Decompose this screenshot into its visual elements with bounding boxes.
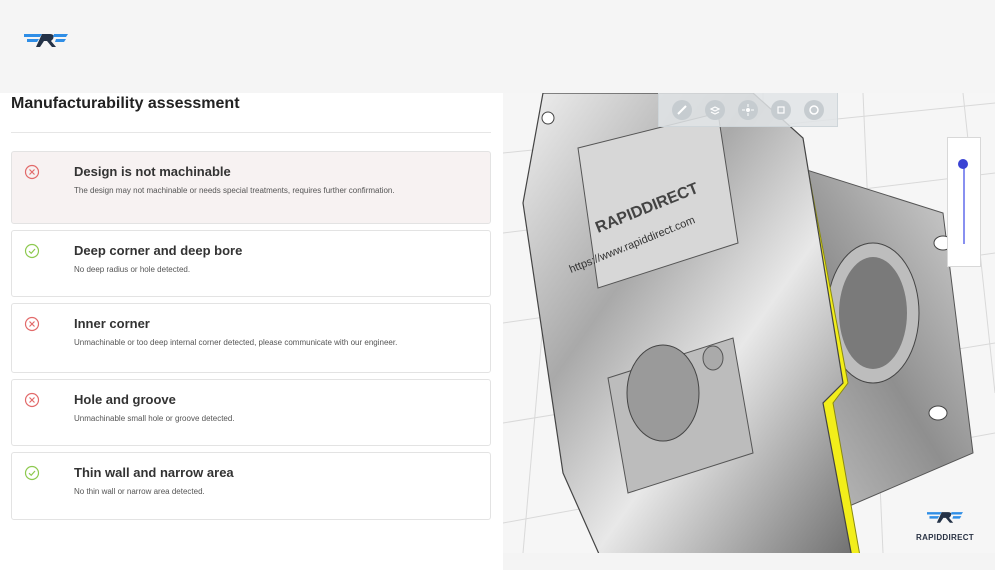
x-circle-icon — [24, 316, 40, 332]
item-title: Inner corner — [74, 316, 150, 331]
machined-part: RAPIDDIRECT https://www.rapiddirect.com — [522, 93, 974, 553]
item-title: Design is not machinable — [74, 164, 231, 179]
check-circle-icon — [24, 243, 40, 259]
item-description: The design may not machinable or needs s… — [74, 186, 395, 195]
assessment-item[interactable]: Inner corner Unmachinable or too deep in… — [11, 303, 491, 373]
title-divider — [11, 132, 491, 133]
rapiddirect-watermark-icon — [927, 512, 963, 523]
layers-icon[interactable] — [704, 99, 725, 120]
assessment-item[interactable]: Thin wall and narrow area No thin wall o… — [11, 452, 491, 520]
assessment-item[interactable]: Hole and groove Unmachinable small hole … — [11, 379, 491, 446]
slider-track — [963, 164, 965, 244]
assessment-title: Manufacturability assessment — [11, 95, 240, 112]
measure-icon[interactable] — [671, 99, 692, 120]
assessment-item[interactable]: Design is not machinable The design may … — [11, 151, 491, 224]
bottom-strip — [503, 553, 995, 570]
model-canvas[interactable]: RAPIDDIRECT https://www.rapiddirect.com — [503, 93, 995, 553]
item-title: Deep corner and deep bore — [74, 243, 243, 258]
reset-icon[interactable] — [804, 99, 825, 120]
check-circle-icon — [24, 465, 40, 481]
rapiddirect-logo-icon[interactable] — [22, 29, 70, 51]
assessment-item[interactable]: Deep corner and deep bore No deep radius… — [11, 230, 491, 297]
item-description: No thin wall or narrow area detected. — [74, 487, 205, 496]
viewer-toolbar — [658, 93, 838, 127]
item-title: Thin wall and narrow area — [74, 465, 234, 480]
item-description: No deep radius or hole detected. — [74, 265, 191, 274]
section-slider[interactable] — [947, 137, 981, 267]
item-title: Hole and groove — [74, 392, 176, 407]
item-description: Unmachinable small hole or groove detect… — [74, 414, 235, 423]
assessment-panel: Manufacturability assessment Design is n… — [0, 93, 503, 570]
3d-model-viewer[interactable]: RAPIDDIRECT https://www.rapiddirect.com … — [503, 93, 995, 553]
top-bar — [0, 0, 995, 93]
watermark-text: RAPIDDIRECT — [916, 533, 974, 542]
slider-handle[interactable] — [958, 159, 968, 169]
x-circle-icon — [24, 164, 40, 180]
item-description: Unmachinable or too deep internal corner… — [74, 338, 398, 347]
explode-icon[interactable] — [737, 99, 758, 120]
watermark-logo: RAPIDDIRECT — [903, 508, 987, 548]
x-circle-icon — [24, 392, 40, 408]
cube-icon[interactable] — [771, 99, 792, 120]
